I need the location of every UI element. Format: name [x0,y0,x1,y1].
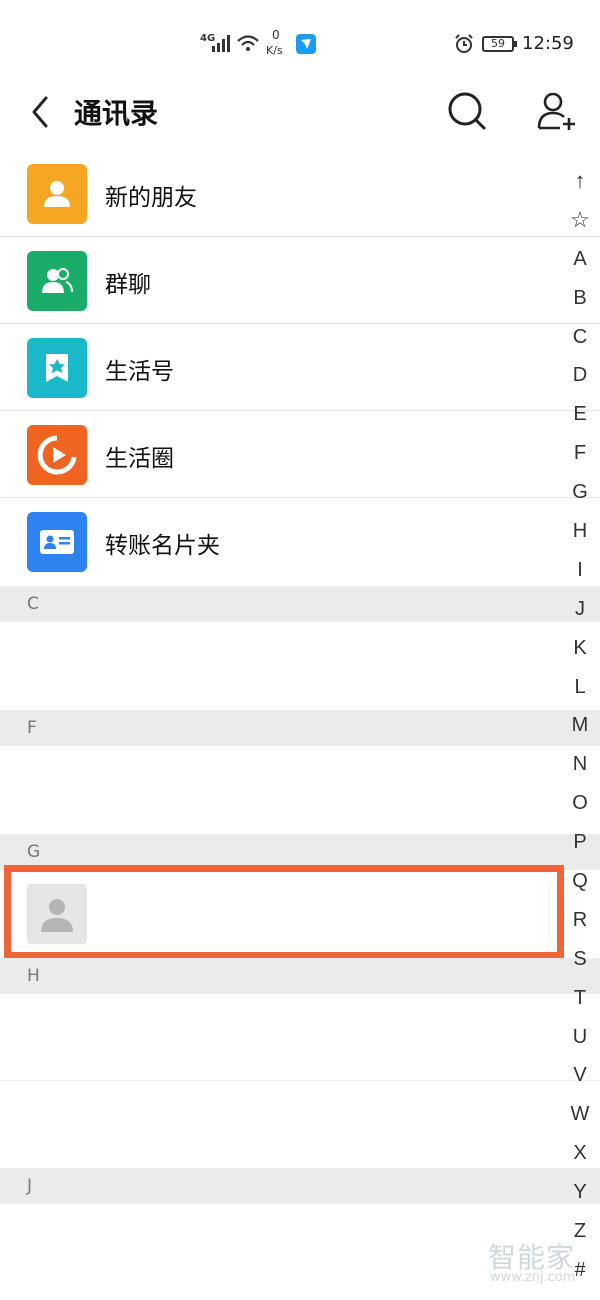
alarm-icon [455,34,473,53]
wifi-icon [237,35,259,51]
section-letter: H [27,966,40,986]
index-letter[interactable]: X [562,1134,598,1173]
clock: 12:59 [522,33,574,54]
index-letter[interactable]: O [562,784,598,823]
index-letter[interactable]: I [562,551,598,590]
section-letter: G [27,842,41,862]
function-label: 生活圈 [105,446,174,472]
index-letter[interactable]: P [562,823,598,862]
page-title: 通讯录 [74,97,159,130]
index-letter[interactable]: C [562,318,598,357]
index-letter[interactable]: Q [562,862,598,901]
index-letter[interactable]: F [562,434,598,473]
index-letter[interactable]: L [562,668,598,707]
index-letter[interactable]: S [562,940,598,979]
contact-row[interactable] [0,994,600,1081]
search-icon[interactable] [446,90,488,132]
index-letter[interactable]: T [562,979,598,1018]
highlight-box [4,865,564,959]
signal-icon [212,35,230,52]
contact-row[interactable] [0,746,600,834]
index-letter[interactable]: J [562,590,598,629]
index-letter[interactable]: N [562,745,598,784]
section-header-c: C [0,586,600,622]
index-letter[interactable]: H [562,512,598,551]
index-letter[interactable]: V [562,1056,598,1095]
section-header-j: J [0,1168,600,1204]
back-button[interactable] [26,94,56,130]
index-letter[interactable]: B [562,279,598,318]
section-header-f: F [0,710,600,746]
index-letter[interactable]: D [562,356,598,395]
id-card-icon [27,512,87,572]
group-icon [27,251,87,311]
index-letter[interactable]: ☆ [562,201,598,240]
section-letter: F [27,718,37,738]
contact-row[interactable] [0,622,600,710]
section-header-h: H [0,958,600,994]
index-letter[interactable]: E [562,395,598,434]
index-letter[interactable]: U [562,1018,598,1057]
section-letter: C [27,594,39,614]
network-speed-unit: K/s [266,44,283,57]
add-contact-icon[interactable] [536,90,578,132]
function-row-life-circle[interactable]: 生活圈 [0,411,600,498]
battery-indicator: 59 [482,36,517,52]
function-row-card-folder[interactable]: 转账名片夹 [0,498,600,585]
app-header: 通讯录 [0,80,600,150]
section-letter: J [27,1176,33,1196]
index-letter[interactable]: K [562,629,598,668]
contact-row[interactable] [0,1081,600,1168]
index-letter[interactable]: W [562,1095,598,1134]
index-letter[interactable]: A [562,240,598,279]
notification-app-icon [296,34,316,54]
index-letter[interactable]: G [562,473,598,512]
function-row-life-account[interactable]: 生活号 [0,324,600,411]
bookmark-star-icon [27,338,87,398]
index-letter[interactable]: Y [562,1173,598,1212]
function-label: 新的朋友 [105,185,197,211]
function-label: 群聊 [105,272,151,298]
index-letter[interactable]: R [562,901,598,940]
status-bar: 4G 0 K/s 59 12:59 [0,0,600,80]
person-icon [27,164,87,224]
function-label: 转账名片夹 [105,533,220,559]
alphabet-index[interactable]: ↑ ☆ A B C D E F G H I J K L M N O P Q R S T U V W X Y Z # [562,162,598,1290]
network-speed-value: 0 [272,28,280,42]
index-letter[interactable]: M [562,706,598,745]
watermark-url: www.znj.com [490,1270,576,1285]
function-row-group-chat[interactable]: 群聊 [0,237,600,324]
index-letter[interactable]: ↑ [562,162,598,201]
function-row-new-friends[interactable]: 新的朋友 [0,150,600,237]
play-circle-icon [27,425,87,485]
function-label: 生活号 [105,359,174,385]
